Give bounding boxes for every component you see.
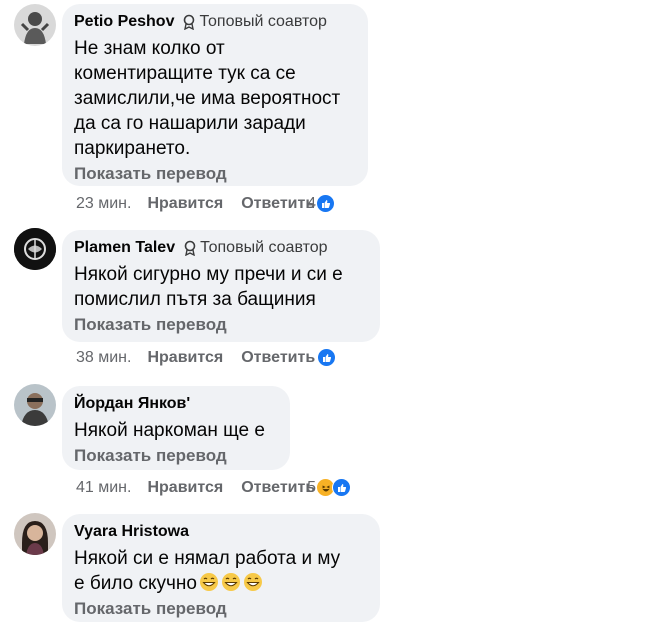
author-name[interactable]: Vyara Hristowa bbox=[74, 523, 189, 541]
reply-button[interactable]: Ответить bbox=[241, 479, 315, 497]
reaction-summary[interactable] bbox=[317, 348, 337, 367]
comment-text: Някой си е нямал работа и му е било скуч… bbox=[74, 546, 368, 596]
timestamp[interactable]: 23 мин. bbox=[76, 195, 131, 213]
like-icon bbox=[316, 194, 336, 213]
comment-actions: 41 мин. Нравится Ответить 5 bbox=[76, 478, 352, 497]
badge-label: Топовый соавтор bbox=[199, 13, 327, 30]
grinning-face-icon bbox=[221, 573, 240, 591]
comment-bubble: Plamen Talev Топовый соавтор Някой сигур… bbox=[62, 230, 380, 342]
comment-text: Не знам колко от коментиращите тук са се… bbox=[74, 38, 341, 159]
show-translation-link[interactable]: Показать перевод bbox=[74, 164, 356, 184]
avatar[interactable] bbox=[14, 513, 56, 555]
reaction-count: 5 bbox=[307, 478, 317, 496]
like-icon bbox=[317, 348, 337, 367]
timestamp[interactable]: 38 мин. bbox=[76, 349, 131, 367]
grinning-face-icon bbox=[199, 573, 218, 591]
award-icon bbox=[184, 240, 196, 256]
show-translation-link[interactable]: Показать перевод bbox=[74, 315, 368, 335]
avatar[interactable] bbox=[14, 4, 56, 46]
author-name[interactable]: Plamen Talev bbox=[74, 239, 175, 257]
comment-text: Някой сигурно му пречи и си е помислил п… bbox=[74, 264, 343, 310]
comment-bubble: Йордан Янков' Някой наркоман ще е Показа… bbox=[62, 386, 290, 470]
comment-bubble: Vyara Hristowa Някой си е нямал работа и… bbox=[62, 514, 380, 622]
top-fan-badge: Топовый соавтор bbox=[182, 13, 327, 31]
reaction-summary[interactable]: 5 bbox=[307, 478, 352, 497]
author-name[interactable]: Йордан Янков' bbox=[74, 395, 190, 413]
reply-button[interactable]: Ответить bbox=[241, 349, 315, 367]
reaction-count: 4 bbox=[307, 194, 317, 212]
author-name[interactable]: Petio Peshov bbox=[74, 13, 174, 31]
comment-bubble: Petio Peshov Топовый соавтор Не знам кол… bbox=[62, 4, 368, 186]
show-translation-link[interactable]: Показать перевод bbox=[74, 599, 368, 619]
comment-actions: 23 мин. Нравится Ответить 4 bbox=[76, 194, 336, 213]
like-button[interactable]: Нравится bbox=[147, 479, 223, 497]
reaction-summary[interactable]: 4 bbox=[307, 194, 336, 213]
badge-label: Топовый соавтор bbox=[200, 239, 328, 256]
like-button[interactable]: Нравится bbox=[147, 195, 223, 213]
like-button[interactable]: Нравится bbox=[147, 349, 223, 367]
like-icon bbox=[332, 478, 352, 497]
award-icon bbox=[184, 14, 195, 30]
show-translation-link[interactable]: Показать перевод bbox=[74, 446, 278, 466]
reply-button[interactable]: Ответить bbox=[241, 195, 315, 213]
top-fan-badge: Топовый соавтор bbox=[183, 239, 328, 257]
avatar[interactable] bbox=[14, 384, 56, 426]
grinning-face-icon bbox=[243, 573, 262, 591]
avatar[interactable] bbox=[14, 228, 56, 270]
timestamp[interactable]: 41 мин. bbox=[76, 479, 131, 497]
comment-text: Някой наркоман ще е bbox=[74, 420, 265, 441]
comment-actions: 38 мин. Нравится Ответить bbox=[76, 348, 337, 367]
